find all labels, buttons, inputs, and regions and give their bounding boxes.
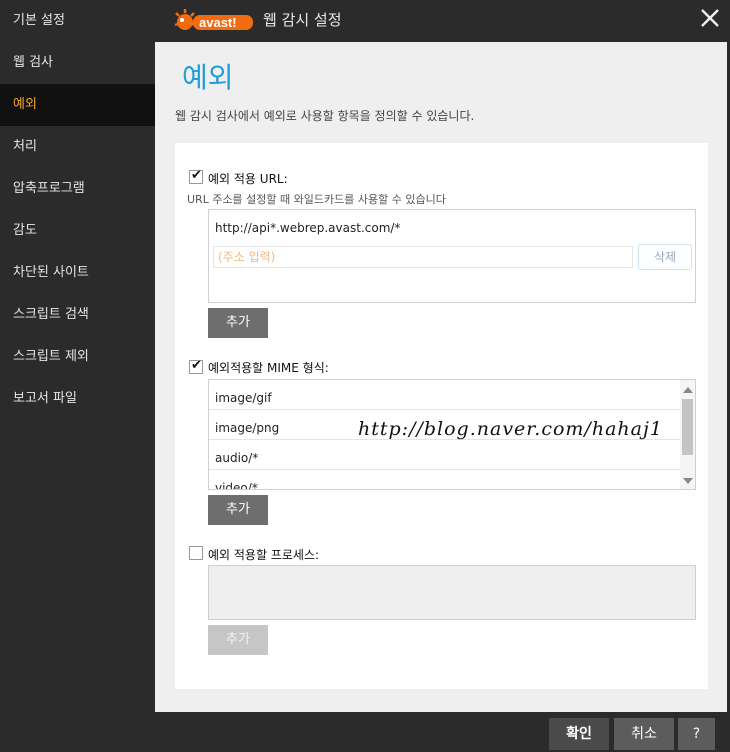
sidebar-item-script-scan[interactable]: 스크립트 검색	[0, 294, 155, 336]
check-icon: ✔	[191, 168, 202, 183]
url-input[interactable]: (주소 입력)	[213, 246, 633, 268]
main-content: 예외 웹 감시 검사에서 예외로 사용할 항목을 정의할 수 있습니다. ✔ 예…	[155, 42, 727, 712]
scroll-thumb[interactable]	[682, 399, 693, 455]
url-hint: URL 주소를 설정할 때 와일드카드를 사용할 수 있습니다	[187, 193, 446, 206]
scroll-up-icon[interactable]	[683, 387, 693, 393]
sidebar-item-sensitivity[interactable]: 감도	[0, 210, 155, 252]
sidebar-item-web-scan[interactable]: 웹 검사	[0, 42, 155, 84]
sidebar-item-exceptions[interactable]: 예외	[0, 84, 155, 126]
sidebar-item-basic-settings[interactable]: 기본 설정	[0, 0, 155, 42]
url-list: http://api*.webrep.avast.com/* (주소 입력) 삭…	[208, 209, 696, 303]
avast-logo: avast!	[174, 9, 253, 30]
check-icon: ✔	[191, 358, 202, 373]
close-icon[interactable]	[698, 6, 722, 30]
sidebar-item-blocked-sites[interactable]: 차단된 사이트	[0, 252, 155, 294]
process-list	[208, 565, 696, 620]
process-add-button[interactable]: 추가	[208, 625, 268, 655]
process-exception-checkbox[interactable]	[189, 546, 203, 560]
sidebar-item-report-file[interactable]: 보고서 파일	[0, 378, 155, 420]
sidebar: 기본 설정 웹 검사 예외 처리 압축프로그램 감도 차단된 사이트 스크립트 …	[0, 0, 155, 752]
scroll-down-icon[interactable]	[683, 478, 693, 484]
url-entry[interactable]: http://api*.webrep.avast.com/*	[215, 221, 400, 235]
mime-entry[interactable]: audio/*	[209, 440, 681, 470]
mime-entry[interactable]: video/*	[209, 470, 681, 489]
mime-exception-label: 예외적용할 MIME 형식:	[208, 361, 329, 375]
sidebar-item-packers[interactable]: 압축프로그램	[0, 168, 155, 210]
mime-entry[interactable]: image/gif	[209, 380, 681, 410]
url-exception-checkbox[interactable]: ✔	[189, 168, 203, 184]
watermark-text: http://blog.naver.com/hahaj1	[358, 418, 663, 440]
window-title: 웹 감시 설정	[263, 11, 342, 29]
title-bar: avast! 웹 감시 설정	[155, 0, 730, 42]
url-exception-label: 예외 적용 URL:	[208, 172, 288, 186]
page-title: 예외	[182, 61, 234, 94]
process-exception-label: 예외 적용할 프로세스:	[208, 548, 320, 562]
delete-button[interactable]: 삭제	[638, 244, 692, 270]
help-button[interactable]: ?	[678, 718, 715, 750]
mime-exception-checkbox[interactable]: ✔	[189, 358, 203, 374]
mime-add-button[interactable]: 추가	[208, 495, 268, 525]
url-add-button[interactable]: 추가	[208, 308, 268, 338]
ok-button[interactable]: 확인	[549, 718, 609, 750]
sidebar-item-actions[interactable]: 처리	[0, 126, 155, 168]
page-description: 웹 감시 검사에서 예외로 사용할 항목을 정의할 수 있습니다.	[175, 109, 475, 123]
mime-scrollbar[interactable]	[680, 380, 695, 489]
brand-text: avast!	[199, 15, 237, 30]
cancel-button[interactable]: 취소	[614, 718, 674, 750]
settings-panel: ✔ 예외 적용 URL: URL 주소를 설정할 때 와일드카드를 사용할 수 …	[175, 143, 708, 689]
sidebar-item-script-exclusions[interactable]: 스크립트 제외	[0, 336, 155, 378]
